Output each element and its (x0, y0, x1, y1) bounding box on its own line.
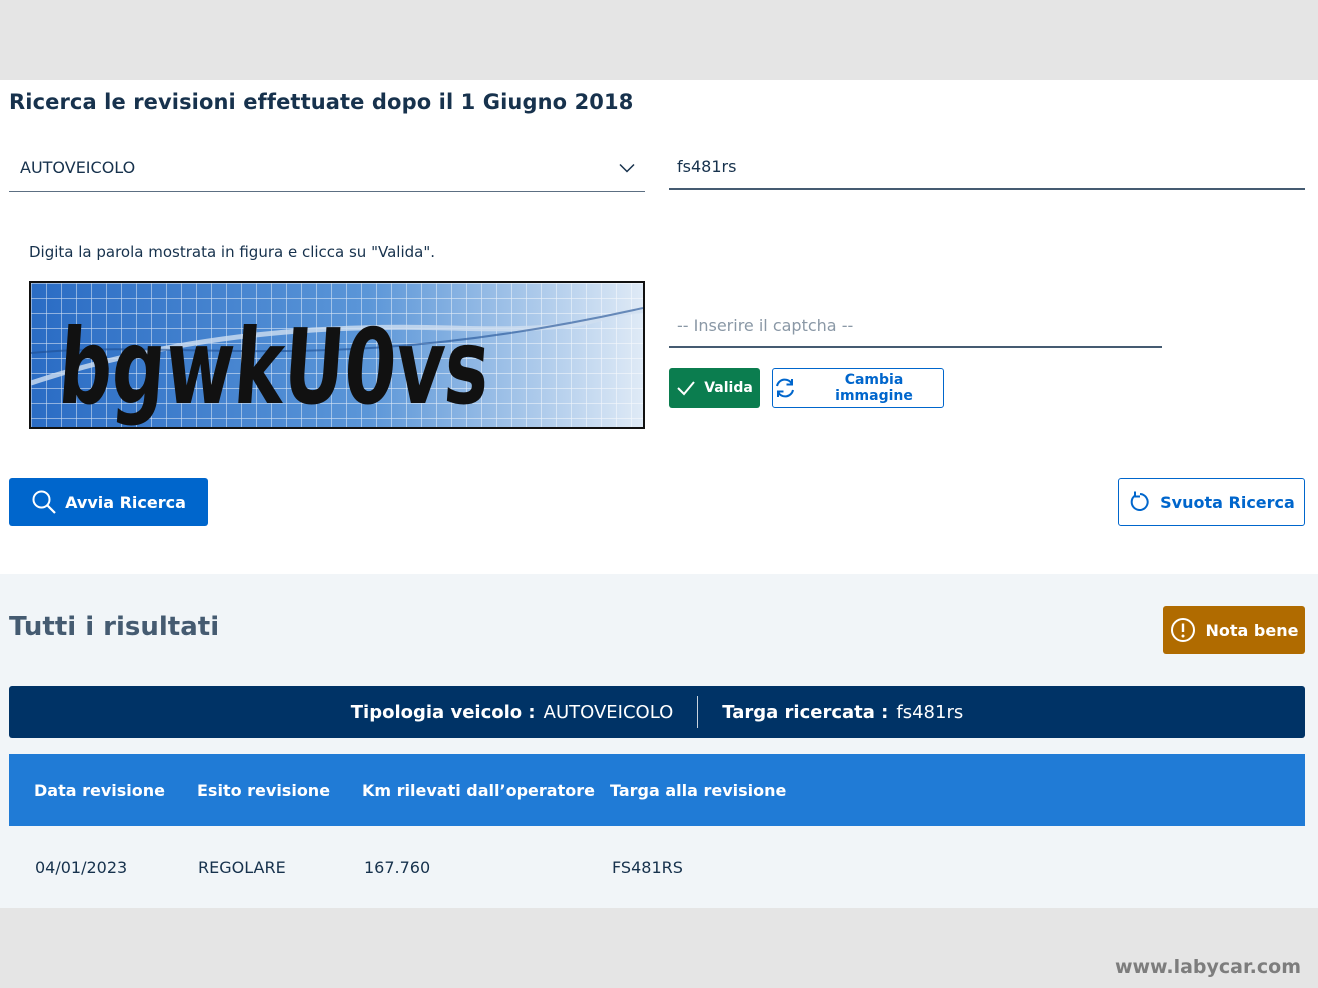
search-summary-bar: Tipologia veicolo : AUTOVEICOLO Targa ri… (9, 686, 1305, 738)
nota-label: Nota bene (1205, 620, 1299, 640)
avvia-ricerca-button[interactable]: Avvia Ricerca (9, 478, 208, 526)
cambia-immagine-button[interactable]: Cambia immagine (772, 368, 944, 408)
svuota-ricerca-button[interactable]: Svuota Ricerca (1118, 478, 1305, 526)
cell-targa-revisione: FS481RS (612, 858, 683, 877)
search-section: Ricerca le revisioni effettuate dopo il … (0, 80, 1318, 574)
targa-value: fs481rs (896, 701, 964, 723)
column-header-data: Data revisione (34, 781, 165, 800)
captcha-hint: Digita la parola mostrata in figura e cl… (29, 243, 435, 261)
column-header-targa: Targa alla revisione (610, 781, 787, 800)
page: Ricerca le revisioni effettuate dopo il … (0, 0, 1318, 988)
captcha-text: bgwkU0vs (55, 306, 494, 427)
results-section: Tutti i risultati Nota bene Tipologia ve… (0, 574, 1318, 908)
vehicle-type-value: AUTOVEICOLO (20, 158, 136, 177)
page-title: Ricerca le revisioni effettuate dopo il … (9, 90, 634, 114)
vehicle-type-select[interactable]: AUTOVEICOLO (9, 144, 645, 192)
reset-icon (1130, 491, 1149, 511)
chevron-down-icon (619, 163, 635, 173)
table-row: 04/01/2023 REGOLARE 167.760 FS481RS (9, 826, 1305, 904)
nota-bene-button[interactable]: Nota bene (1163, 606, 1305, 654)
cell-km-rilevati: 167.760 (364, 858, 431, 877)
captcha-image: bgwkU0vs (29, 281, 645, 429)
column-header-km: Km rilevati dall’operatore (362, 781, 595, 800)
cell-data-revisione: 04/01/2023 (35, 858, 128, 877)
plate-input[interactable] (669, 144, 1305, 190)
top-band (0, 0, 1318, 80)
results-title: Tutti i risultati (9, 612, 220, 642)
exclamation-circle-icon (1170, 618, 1195, 642)
results-table-header: Data revisione Esito revisione Km rileva… (9, 754, 1305, 826)
column-header-esito: Esito revisione (197, 781, 331, 800)
summary-divider (697, 696, 699, 728)
check-icon (677, 381, 695, 396)
valida-button[interactable]: Valida (669, 368, 760, 408)
refresh-icon (776, 378, 794, 398)
cell-esito-revisione: REGOLARE (198, 858, 286, 877)
targa-label: Targa ricercata : (722, 701, 889, 723)
tipologia-value: AUTOVEICOLO (543, 701, 674, 723)
captcha-input[interactable] (669, 304, 1162, 348)
cambia-label: Cambia immagine (835, 372, 913, 404)
svuota-label: Svuota Ricerca (1160, 492, 1295, 512)
search-icon (32, 490, 56, 514)
watermark: www.labycar.com (1114, 956, 1301, 978)
valida-label: Valida (704, 380, 753, 396)
tipologia-label: Tipologia veicolo : (350, 701, 536, 723)
avvia-label: Avvia Ricerca (65, 492, 186, 512)
